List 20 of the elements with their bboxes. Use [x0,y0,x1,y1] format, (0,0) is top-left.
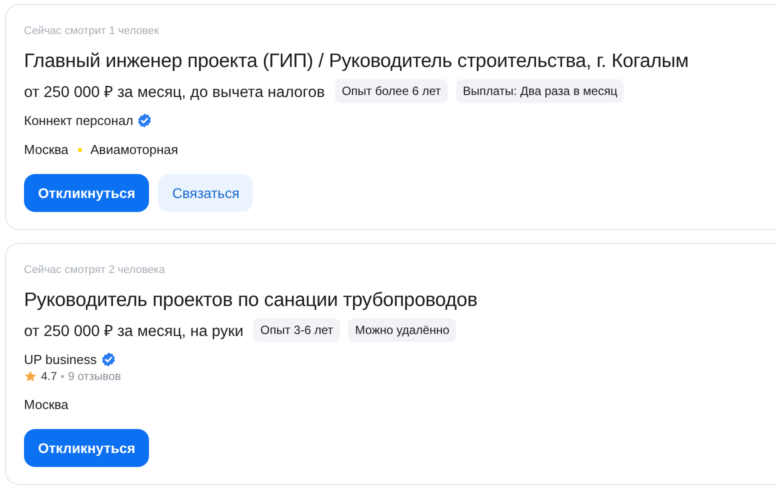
city-text: Москва [24,397,68,412]
action-button[interactable]: Связаться [158,174,254,212]
vacancy-title[interactable]: Главный инженер проекта (ГИП) / Руководитель строительства, г. Когалым [24,49,777,73]
vacancy-title[interactable]: Руководитель проектов по санации трубопроводов [24,288,777,312]
tag: Можно удалённо [348,318,456,342]
star-icon [24,370,37,383]
tag: Опыт 3-6 лет [253,318,340,342]
tag: Выплаты: Два раза в месяц [456,79,624,103]
metro-station: Авиамоторная [90,142,178,157]
company-name[interactable]: UP business [24,352,97,367]
viewers-text: Сейчас смотрит 1 человек [24,24,160,38]
action-button[interactable]: Откликнуться [24,174,150,212]
rating-score: 4.7 [41,370,57,382]
tag: Опыт более 6 лет [334,79,448,103]
company-name[interactable]: Коннект персонал [24,113,134,128]
salary-text: от 250 000 ₽ за месяц, на руки [24,322,244,341]
viewers-text: Сейчас смотрят 2 человека [24,263,166,277]
salary-text: от 250 000 ₽ за месяц, до вычета налогов [24,83,325,102]
city-text: Москва [24,142,68,157]
action-button[interactable]: Откликнуться [24,429,150,467]
